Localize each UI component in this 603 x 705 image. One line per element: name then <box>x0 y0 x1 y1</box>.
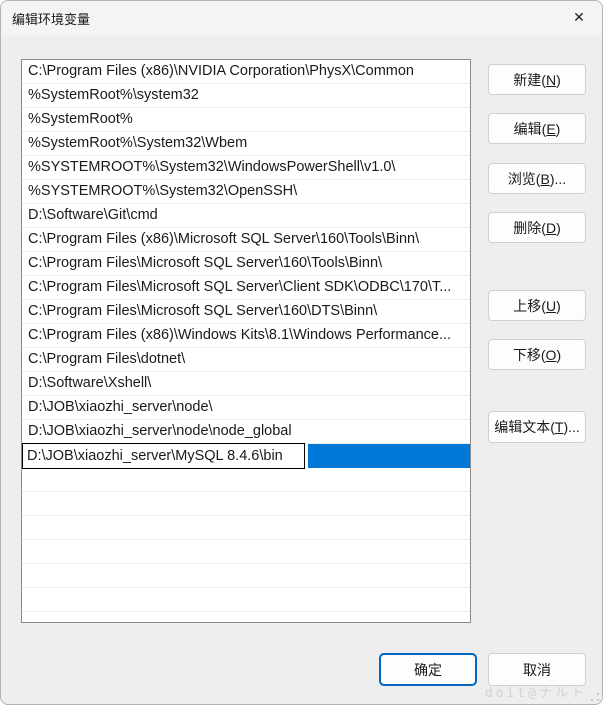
list-item[interactable]: C:\Program Files (x86)\NVIDIA Corporatio… <box>22 60 470 84</box>
access-key: U <box>545 297 557 314</box>
list-item[interactable]: %SystemRoot%\System32\Wbem <box>22 132 470 156</box>
resize-grip-icon[interactable] <box>590 692 600 702</box>
selection-highlight <box>308 444 470 468</box>
delete-button[interactable]: 删除(D) <box>488 212 586 243</box>
button-label: )... <box>549 170 567 187</box>
access-key: O <box>545 346 557 363</box>
access-key: E <box>546 120 556 137</box>
list-item[interactable]: %SYSTEMROOT%\System32\OpenSSH\ <box>22 180 470 204</box>
list-item-selected[interactable] <box>22 443 470 469</box>
button-label: 下移( <box>512 346 546 363</box>
button-label: 确定 <box>414 661 442 678</box>
move-down-button[interactable]: 下移(O) <box>488 339 586 370</box>
path-edit-input[interactable] <box>22 443 305 469</box>
empty-row <box>22 492 470 516</box>
list-item[interactable]: %SystemRoot%\system32 <box>22 84 470 108</box>
list-item[interactable]: C:\Program Files\Microsoft SQL Server\Cl… <box>22 276 470 300</box>
button-label: 编辑( <box>513 120 547 137</box>
edit-text-button[interactable]: 编辑文本(T)... <box>488 411 586 443</box>
list-item[interactable]: D:\Software\Xshell\ <box>22 372 470 396</box>
edit-button[interactable]: 编辑(E) <box>488 113 586 144</box>
browse-button[interactable]: 浏览(B)... <box>488 163 586 194</box>
button-label: ) <box>556 297 561 314</box>
button-label: 删除( <box>513 219 546 236</box>
list-item[interactable]: D:\JOB\xiaozhi_server\node\ <box>22 396 470 420</box>
ok-button[interactable]: 确定 <box>379 653 477 686</box>
close-icon: ✕ <box>573 9 585 25</box>
button-label: 编辑文本( <box>494 419 555 435</box>
list-item[interactable]: %SYSTEMROOT%\System32\WindowsPowerShell\… <box>22 156 470 180</box>
dialog-title: 编辑环境变量 <box>12 11 91 27</box>
new-button[interactable]: 新建(N) <box>488 64 586 95</box>
empty-row <box>22 612 470 622</box>
empty-row <box>22 516 470 540</box>
button-label: 新建( <box>513 71 546 88</box>
list-item[interactable]: D:\Software\Git\cmd <box>22 204 470 228</box>
access-key: N <box>545 71 557 88</box>
button-label: 取消 <box>523 661 551 678</box>
list-item[interactable]: D:\JOB\xiaozhi_server\node\node_global <box>22 420 470 444</box>
button-label: ) <box>556 346 562 363</box>
empty-row <box>22 540 470 564</box>
list-item[interactable]: C:\Program Files\dotnet\ <box>22 348 470 372</box>
title-bar: 编辑环境变量 <box>1 1 602 35</box>
empty-row <box>22 468 470 492</box>
close-button[interactable]: ✕ <box>556 1 602 34</box>
button-label: )... <box>563 419 580 435</box>
button-label: 浏览( <box>507 170 541 187</box>
empty-row <box>22 564 470 588</box>
list-item[interactable]: %SystemRoot% <box>22 108 470 132</box>
access-key: T <box>554 419 564 435</box>
button-label: 上移( <box>513 297 546 314</box>
button-label: ) <box>555 120 561 137</box>
empty-row <box>22 588 470 612</box>
button-label: ) <box>556 71 561 88</box>
list-item[interactable]: C:\Program Files (x86)\Microsoft SQL Ser… <box>22 228 470 252</box>
edit-environment-variable-dialog: 编辑环境变量 ✕ C:\Program Files (x86)\NVIDIA C… <box>0 0 603 705</box>
access-key: B <box>540 170 550 187</box>
path-list[interactable]: C:\Program Files (x86)\NVIDIA Corporatio… <box>21 59 471 623</box>
access-key: D <box>545 219 557 236</box>
button-label: ) <box>556 219 561 236</box>
list-item[interactable]: C:\Program Files\Microsoft SQL Server\16… <box>22 252 470 276</box>
list-item[interactable]: C:\Program Files\Microsoft SQL Server\16… <box>22 300 470 324</box>
list-item[interactable]: C:\Program Files (x86)\Windows Kits\8.1\… <box>22 324 470 348</box>
move-up-button[interactable]: 上移(U) <box>488 290 586 321</box>
watermark: doit@ナルト <box>484 686 587 701</box>
